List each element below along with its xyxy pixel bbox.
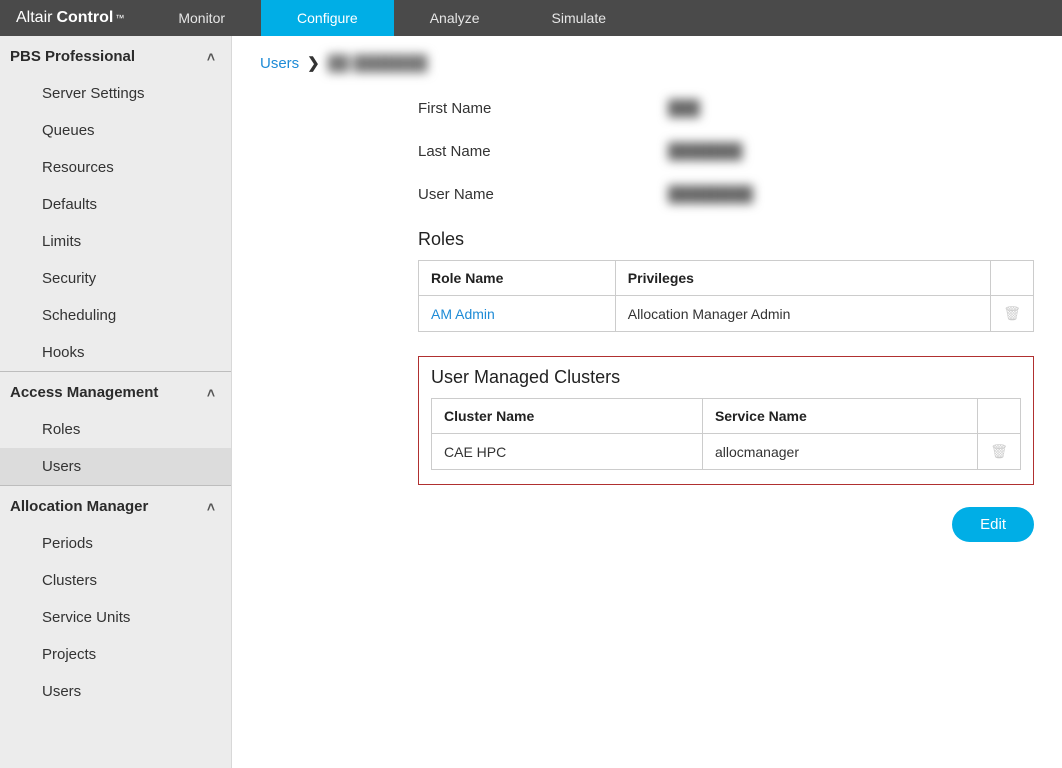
tab-analyze[interactable]: Analyze — [394, 0, 516, 36]
sidebar: PBS Professional ˄ Server Settings Queue… — [0, 36, 232, 768]
sidebar-item-alloc-users[interactable]: Users — [0, 673, 231, 710]
trash-icon[interactable]: 🗑 — [1003, 305, 1021, 321]
brand-tm: ™ — [115, 13, 124, 23]
last-name-label: Last Name — [418, 143, 668, 160]
main-content: Users ❯ ██ ███████ First Name ███ Last N… — [232, 36, 1062, 768]
chevron-up-icon: ˄ — [207, 385, 215, 401]
tab-configure[interactable]: Configure — [261, 0, 394, 36]
sidebar-item-server-settings[interactable]: Server Settings — [0, 75, 231, 112]
actions-bar: Edit — [418, 507, 1034, 542]
roles-col-priv: Privileges — [615, 261, 990, 296]
chevron-right-icon: ❯ — [307, 54, 320, 72]
tab-simulate[interactable]: Simulate — [516, 0, 642, 36]
first-name-label: First Name — [418, 100, 668, 117]
roles-col-role: Role Name — [419, 261, 616, 296]
brand-light: Altair — [16, 9, 52, 27]
trash-icon[interactable]: 🗑 — [990, 443, 1008, 459]
user-name-label: User Name — [418, 186, 668, 203]
first-name-value: ███ — [668, 100, 700, 117]
edit-button[interactable]: Edit — [952, 507, 1034, 542]
sidebar-item-projects[interactable]: Projects — [0, 636, 231, 673]
role-name-link[interactable]: AM Admin — [419, 296, 616, 332]
sidebar-item-service-units[interactable]: Service Units — [0, 599, 231, 636]
sidebar-item-limits[interactable]: Limits — [0, 223, 231, 260]
last-name-value: ███████ — [668, 143, 742, 160]
topnav: Monitor Configure Analyze Simulate — [142, 0, 642, 36]
breadcrumb-root[interactable]: Users — [260, 55, 299, 72]
chevron-up-icon: ˄ — [207, 49, 215, 65]
breadcrumb: Users ❯ ██ ███████ — [260, 54, 1034, 72]
roles-table: Role Name Privileges AM Admin Allocation… — [418, 260, 1034, 332]
sidebar-item-users[interactable]: Users — [0, 448, 231, 485]
clusters-title: User Managed Clusters — [431, 367, 1021, 388]
sidebar-group-allocation[interactable]: Allocation Manager ˄ — [0, 486, 231, 525]
sidebar-group-allocation-label: Allocation Manager — [10, 498, 148, 515]
clusters-highlight: User Managed Clusters Cluster Name Servi… — [418, 356, 1034, 485]
breadcrumb-current: ██ ███████ — [328, 55, 428, 72]
cluster-name-text: CAE HPC — [432, 434, 703, 470]
sidebar-item-queues[interactable]: Queues — [0, 112, 231, 149]
sidebar-item-defaults[interactable]: Defaults — [0, 186, 231, 223]
user-name-value: ████████ — [668, 186, 753, 203]
brand: Altair Control ™ — [0, 0, 142, 36]
clusters-col-service: Service Name — [702, 399, 977, 434]
sidebar-item-security[interactable]: Security — [0, 260, 231, 297]
field-first-name: First Name ███ — [418, 100, 1034, 117]
field-user-name: User Name ████████ — [418, 186, 1034, 203]
roles-row: AM Admin Allocation Manager Admin 🗑 — [419, 296, 1034, 332]
field-last-name: Last Name ███████ — [418, 143, 1034, 160]
clusters-table: Cluster Name Service Name CAE HPC allocm… — [431, 398, 1021, 470]
service-name-text: allocmanager — [702, 434, 977, 470]
roles-title: Roles — [418, 229, 1034, 250]
topbar: Altair Control ™ Monitor Configure Analy… — [0, 0, 1062, 36]
sidebar-group-pbs[interactable]: PBS Professional ˄ — [0, 36, 231, 75]
role-priv-text: Allocation Manager Admin — [615, 296, 990, 332]
clusters-col-cluster: Cluster Name — [432, 399, 703, 434]
chevron-up-icon: ˄ — [207, 499, 215, 515]
tab-monitor[interactable]: Monitor — [142, 0, 261, 36]
sidebar-group-access[interactable]: Access Management ˄ — [0, 372, 231, 411]
sidebar-item-clusters[interactable]: Clusters — [0, 562, 231, 599]
brand-bold: Control — [56, 9, 113, 27]
sidebar-group-pbs-label: PBS Professional — [10, 48, 135, 65]
sidebar-item-hooks[interactable]: Hooks — [0, 334, 231, 371]
clusters-col-actions — [978, 399, 1021, 434]
sidebar-group-access-label: Access Management — [10, 384, 158, 401]
sidebar-item-roles[interactable]: Roles — [0, 411, 231, 448]
clusters-row: CAE HPC allocmanager 🗑 — [432, 434, 1021, 470]
sidebar-item-periods[interactable]: Periods — [0, 525, 231, 562]
sidebar-item-resources[interactable]: Resources — [0, 149, 231, 186]
roles-col-actions — [991, 261, 1034, 296]
sidebar-item-scheduling[interactable]: Scheduling — [0, 297, 231, 334]
